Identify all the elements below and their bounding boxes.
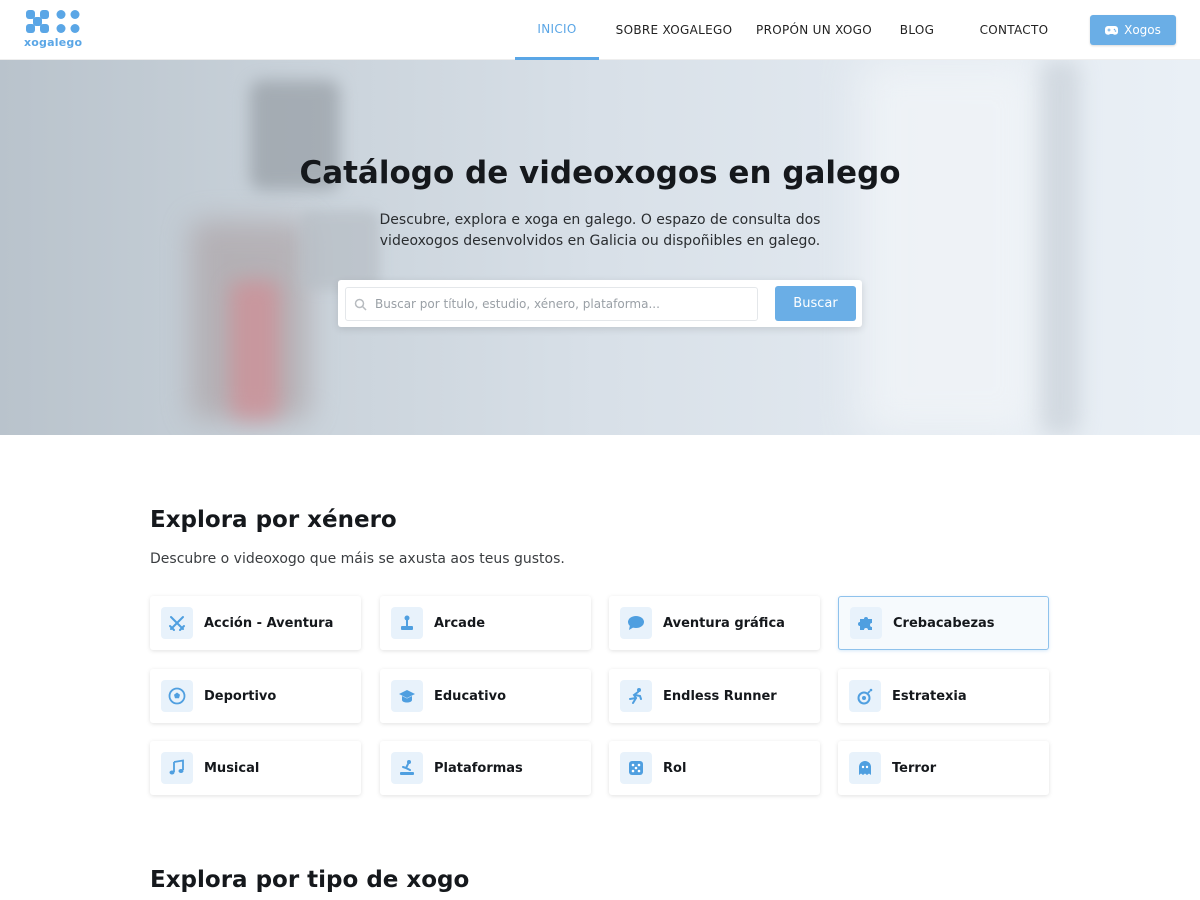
platform-jumper-icon [391, 752, 423, 784]
genre-label: Arcade [434, 615, 486, 631]
genre-card-musical[interactable]: Musical [150, 741, 361, 795]
logo-mark-icon [26, 10, 80, 33]
dice-icon [620, 752, 652, 784]
search-icon [354, 298, 367, 311]
genre-label: Plataformas [434, 760, 523, 776]
genre-label: Deportivo [204, 688, 277, 704]
ghost-icon [849, 752, 881, 784]
genre-label: Aventura gráfica [663, 615, 785, 631]
genre-label: Musical [204, 760, 260, 776]
nav-propon-un-xogo[interactable]: PROPÓN UN XOGO [749, 0, 879, 60]
graduation-cap-icon [391, 680, 423, 712]
genre-card-arcade[interactable]: Arcade [380, 596, 591, 650]
runner-icon [620, 680, 652, 712]
logo-wordmark: xogalego [24, 36, 83, 49]
speech-bubble-icon [620, 607, 652, 639]
genre-label: Terror [892, 760, 937, 776]
swords-icon [161, 607, 193, 639]
genre-card-aventura-grafica[interactable]: Aventura gráfica [609, 596, 820, 650]
hero-subtitle: Descubre, explora e xoga en galego. O es… [379, 212, 821, 249]
nav-inicio[interactable]: INICIO [515, 0, 599, 60]
genre-card-educativo[interactable]: Educativo [380, 669, 591, 723]
genre-label: Educativo [434, 688, 506, 704]
genre-card-deportivo[interactable]: Deportivo [150, 669, 361, 723]
genre-card-estratexia[interactable]: Estratexia [838, 669, 1049, 723]
nav-contacto[interactable]: CONTACTO [955, 0, 1073, 60]
genre-card-plataformas[interactable]: Plataformas [380, 741, 591, 795]
genre-card-crebacabezas[interactable]: Crebacabezas [838, 596, 1049, 650]
joystick-icon [391, 607, 423, 639]
nav-sobre-xogalego[interactable]: SOBRE XOGALEGO [599, 0, 749, 60]
search-form: Buscar [338, 280, 862, 327]
music-note-icon [161, 752, 193, 784]
main-nav: INICIO SOBRE XOGALEGO PROPÓN UN XOGO BLO… [515, 0, 1073, 60]
xogos-button[interactable]: Xogos [1090, 15, 1176, 45]
genres-subtitle: Descubre o videoxogo que máis se axusta … [150, 551, 565, 567]
puzzle-icon [850, 607, 882, 639]
hero-bg-shape [860, 60, 1040, 435]
genre-label: Rol [663, 760, 687, 776]
xogos-button-label: Xogos [1124, 23, 1161, 37]
genre-card-rol[interactable]: Rol [609, 741, 820, 795]
genre-label: Crebacabezas [893, 615, 995, 631]
genre-card-accion-aventura[interactable]: Acción - Aventura [150, 596, 361, 650]
genres-title: Explora por xénero [150, 507, 397, 533]
nav-blog[interactable]: BLOG [879, 0, 955, 60]
hero-title: Catálogo de videoxogos en galego [299, 155, 901, 191]
search-field[interactable] [345, 287, 758, 321]
genre-label: Acción - Aventura [204, 615, 334, 631]
types-title: Explora por tipo de xogo [150, 867, 470, 893]
genre-card-endless-runner[interactable]: Endless Runner [609, 669, 820, 723]
site-header: xogalego INICIO SOBRE XOGALEGO PROPÓN UN… [0, 0, 1200, 60]
hero-banner: Catálogo de videoxogos en galego Descubr… [0, 60, 1200, 435]
genre-label: Endless Runner [663, 688, 777, 704]
genre-card-terror[interactable]: Terror [838, 741, 1049, 795]
genre-label: Estratexia [892, 688, 967, 704]
bomb-icon [849, 680, 881, 712]
search-button[interactable]: Buscar [775, 286, 856, 321]
search-input[interactable] [375, 297, 755, 311]
xogalego-logo[interactable]: xogalego [24, 8, 88, 52]
hero-bg-shape [1040, 60, 1080, 435]
hero-bg-shape [230, 280, 280, 420]
soccer-ball-icon [161, 680, 193, 712]
gamepad-icon [1105, 25, 1119, 35]
